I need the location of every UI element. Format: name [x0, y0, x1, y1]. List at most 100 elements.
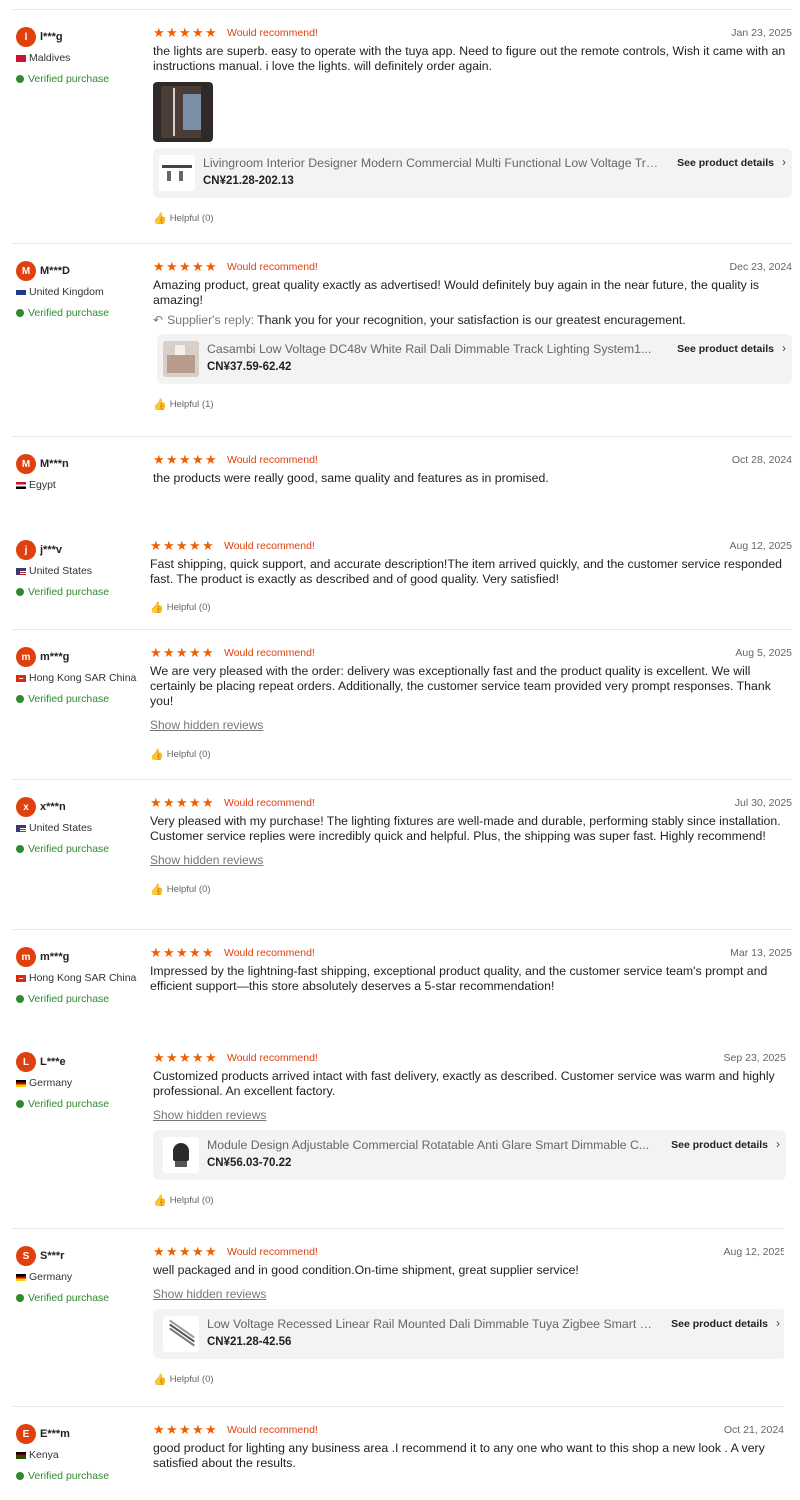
review-date: Jan 23, 2025	[731, 27, 792, 39]
star-icon: ★	[150, 538, 162, 553]
product-card[interactable]: Low Voltage Recessed Linear Rail Mounted…	[153, 1309, 784, 1359]
product-title[interactable]: Casambi Low Voltage DC48v White Rail Dal…	[207, 342, 667, 356]
helpful-button[interactable]: 👍 Helpful (0)	[153, 1194, 786, 1207]
avatar: j	[16, 540, 36, 560]
verified-badge: Verified purchase	[16, 1097, 146, 1111]
review-text: Very pleased with my purchase! The light…	[150, 814, 781, 843]
reviewer-name: M***n	[40, 458, 69, 470]
reviewer-info: L L***e Germany Verified purchase	[16, 1052, 146, 1111]
review-body: ★ ★ ★ ★ ★ Would recommend! Oct 28, 2024 the …	[153, 452, 792, 494]
star-icon: ★	[166, 259, 178, 274]
see-product-details-link[interactable]: See product details	[671, 1139, 768, 1151]
see-product-details-link[interactable]: See product details	[671, 1318, 768, 1330]
thumbs-up-icon: 👍	[150, 884, 164, 896]
reviewer-info: S S***r Germany Verified purchase	[16, 1246, 146, 1305]
flag-icon	[16, 54, 26, 62]
reviewer-info: M M***n Egypt	[16, 454, 146, 492]
helpful-button[interactable]: 👍 Helpful (0)	[153, 212, 792, 225]
star-icon: ★	[166, 1050, 178, 1065]
review-date: Jul 30, 2025	[734, 797, 792, 809]
product-card[interactable]: Livingroom Interior Designer Modern Comm…	[153, 148, 792, 198]
verified-badge: Verified purchase	[16, 306, 146, 320]
helpful-button[interactable]: 👍 Helpful (0)	[150, 601, 792, 614]
star-icon: ★	[176, 645, 188, 660]
rating-stars: ★ ★ ★ ★ ★	[150, 538, 215, 553]
star-icon: ★	[163, 795, 175, 810]
chevron-right-icon: ›	[782, 155, 786, 169]
reviewer-country: Hong Kong SAR China	[16, 671, 146, 685]
verified-icon	[16, 845, 24, 853]
star-icon: ★	[150, 795, 162, 810]
star-icon: ★	[163, 538, 175, 553]
recommend-label: Would recommend!	[227, 1424, 318, 1436]
flag-icon	[16, 288, 26, 296]
helpful-button[interactable]: 👍 Helpful (1)	[153, 398, 792, 411]
reviewer-country: United States	[16, 821, 146, 835]
recommend-label: Would recommend!	[224, 797, 315, 809]
reviewer-name: m***g	[40, 651, 70, 663]
rating-stars: ★ ★ ★ ★ ★	[150, 945, 215, 960]
product-card[interactable]: Casambi Low Voltage DC48v White Rail Dal…	[157, 334, 792, 384]
see-product-details-link[interactable]: See product details	[677, 343, 774, 355]
review-body: ★ ★ ★ ★ ★ Would recommend! Aug 5, 2025 We ar…	[150, 645, 792, 761]
review-text: well packaged and in good condition.On-t…	[153, 1263, 579, 1277]
review-body: ★ ★ ★ ★ ★ Would recommend! Jul 30, 2025 Very…	[150, 795, 792, 896]
review-card: S S***r Germany Verified purchase ★ ★ ★ ★ ★ W…	[12, 1228, 784, 1406]
star-icon: ★	[179, 1050, 191, 1065]
product-title[interactable]: Module Design Adjustable Commercial Rota…	[207, 1138, 655, 1152]
flag-icon	[16, 974, 26, 982]
helpful-button[interactable]: 👍 Helpful (0)	[150, 883, 792, 896]
verified-icon	[16, 588, 24, 596]
helpful-button[interactable]: 👍 Helpful (0)	[150, 748, 792, 761]
avatar: M	[16, 454, 36, 474]
star-icon: ★	[192, 452, 204, 467]
reviewer-name: j***v	[40, 544, 63, 556]
verified-badge: Verified purchase	[16, 1469, 146, 1482]
review-text: the lights are superb. easy to operate w…	[153, 44, 786, 73]
flag-icon	[16, 1451, 26, 1459]
flag-icon	[16, 1079, 26, 1087]
thumbs-up-icon: 👍	[153, 1195, 167, 1207]
show-hidden-reviews-link[interactable]: Show hidden reviews	[150, 853, 263, 868]
review-body: ★ ★ ★ ★ ★ Would recommend! Oct 21, 2024 good…	[153, 1422, 784, 1482]
reviewer-name: l***g	[40, 31, 63, 43]
star-icon: ★	[153, 259, 165, 274]
review-text: Fast shipping, quick support, and accura…	[150, 557, 783, 586]
see-product-details-link[interactable]: See product details	[677, 157, 774, 169]
reviewer-info: m m***g Hong Kong SAR China Verified purc…	[16, 647, 146, 706]
recommend-label: Would recommend!	[224, 647, 315, 659]
review-card: M M***D United Kingdom Verified purchase …	[12, 243, 792, 436]
chevron-right-icon: ›	[776, 1137, 780, 1151]
star-icon: ★	[153, 25, 165, 40]
show-hidden-reviews-link[interactable]: Show hidden reviews	[153, 1108, 266, 1123]
review-body: ★ ★ ★ ★ ★ Would recommend! Aug 12, 2025 well…	[153, 1244, 784, 1386]
verified-icon	[16, 1472, 24, 1480]
helpful-button[interactable]: 👍 Helpful (0)	[153, 1373, 784, 1386]
star-icon: ★	[163, 945, 175, 960]
show-hidden-reviews-link[interactable]: Show hidden reviews	[150, 718, 263, 733]
review-date: Mar 13, 2025	[730, 947, 792, 959]
star-icon: ★	[179, 1244, 191, 1259]
product-title[interactable]: Low Voltage Recessed Linear Rail Mounted…	[207, 1317, 655, 1331]
star-icon: ★	[179, 25, 191, 40]
review-photo[interactable]	[153, 82, 213, 142]
avatar: M	[16, 261, 36, 281]
reviewer-info: m m***g Hong Kong SAR China Verified purc…	[16, 947, 146, 1005]
avatar: l	[16, 27, 36, 47]
recommend-label: Would recommend!	[224, 540, 315, 552]
flag-icon	[16, 481, 26, 489]
review-body: ★ ★ ★ ★ ★ Would recommend! Sep 23, 2025 Cust…	[153, 1050, 786, 1207]
review-date: Dec 23, 2024	[729, 261, 792, 273]
reviewer-name: S***r	[40, 1250, 65, 1262]
star-icon: ★	[179, 1422, 191, 1437]
product-thumbnail	[163, 1137, 199, 1173]
star-icon: ★	[202, 945, 214, 960]
flag-icon	[16, 1273, 26, 1281]
review-body: ★ ★ ★ ★ ★ Would recommend! Jan 23, 2025 the …	[153, 25, 792, 225]
star-icon: ★	[192, 259, 204, 274]
star-icon: ★	[150, 645, 162, 660]
show-hidden-reviews-link[interactable]: Show hidden reviews	[153, 1287, 266, 1302]
product-title[interactable]: Livingroom Interior Designer Modern Comm…	[203, 156, 663, 170]
avatar: L	[16, 1052, 36, 1072]
product-card[interactable]: Module Design Adjustable Commercial Rota…	[153, 1130, 786, 1180]
